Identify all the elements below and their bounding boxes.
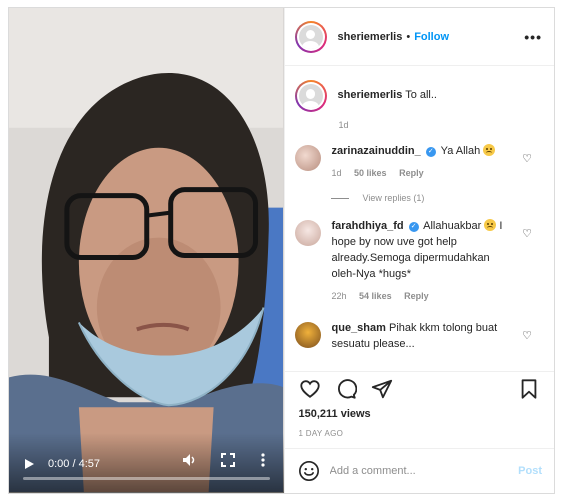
- commenter-avatar[interactable]: [294, 220, 321, 246]
- play-icon[interactable]: [25, 459, 34, 469]
- post-header: sheriemerlis • Follow •••: [284, 8, 554, 66]
- sad-face-emoji-icon: [484, 219, 497, 231]
- add-comment-bar: Post: [284, 448, 554, 493]
- comment-username[interactable]: farahdhiya_fd: [332, 220, 404, 232]
- video-progress-bar[interactable]: [23, 477, 270, 480]
- author-avatar[interactable]: [294, 20, 327, 53]
- reply-button[interactable]: Reply: [404, 291, 429, 301]
- post-comment-button[interactable]: Post: [518, 465, 542, 477]
- video-player[interactable]: 0:00 / 4:57: [9, 8, 284, 493]
- time-separator: /: [69, 458, 79, 470]
- author-username[interactable]: sheriemerlis: [338, 31, 403, 43]
- comment-age: 1d: [331, 168, 342, 178]
- video-controls: 0:00 / 4:57: [9, 433, 284, 493]
- comment-age: 22h: [331, 291, 347, 301]
- verified-badge-icon: ✓: [425, 147, 436, 157]
- comment-body: farahdhiya_fd ✓ Allahuakbar I hope by no…: [332, 218, 514, 304]
- comment-username[interactable]: zarinazainuddin_: [332, 145, 421, 157]
- volume-icon[interactable]: [182, 453, 196, 471]
- post-actions: [284, 371, 554, 403]
- comment-bubble-icon[interactable]: [335, 378, 359, 402]
- comment-item: que_sham Pihak kkm tolong buat sesuatu p…: [294, 320, 543, 352]
- comment-likes[interactable]: 54 likes: [359, 291, 392, 301]
- emoji-smile-icon[interactable]: [298, 460, 320, 482]
- reply-button[interactable]: Reply: [399, 168, 424, 178]
- view-replies-button[interactable]: View replies (1): [330, 193, 543, 203]
- more-options-button[interactable]: •••: [524, 29, 542, 45]
- post-sidebar: sheriemerlis • Follow ••• sheriemerlis T…: [283, 8, 555, 493]
- duration: 4:57: [78, 458, 101, 470]
- comment-body: zarinazainuddin_ ✓ Ya Allah 1d 50 likes …: [332, 143, 514, 181]
- fullscreen-icon[interactable]: [221, 453, 235, 471]
- post-dialog: 0:00 / 4:57 sheriemerlis • Follow ••• sh…: [8, 7, 555, 494]
- caption-avatar[interactable]: [294, 80, 327, 112]
- commenter-avatar[interactable]: [294, 145, 321, 171]
- current-time: 0:00: [48, 458, 70, 470]
- commenter-avatar[interactable]: [294, 322, 321, 348]
- share-paper-plane-icon[interactable]: [371, 378, 395, 402]
- caption-username[interactable]: sheriemerlis: [338, 89, 403, 101]
- follow-button[interactable]: Follow: [414, 31, 449, 43]
- like-comment-heart-icon[interactable]: ♡: [522, 329, 532, 342]
- comment-meta: 1d 50 likes Reply: [332, 165, 514, 181]
- post-caption: sheriemerlis To all..: [294, 80, 543, 112]
- separator-dot: •: [406, 30, 411, 43]
- comment-item: farahdhiya_fd ✓ Allahuakbar I hope by no…: [294, 218, 543, 304]
- comment-text: Ya Allah: [440, 145, 481, 157]
- view-replies-label: View replies (1): [362, 193, 425, 203]
- like-comment-heart-icon[interactable]: ♡: [522, 227, 532, 240]
- comment-username[interactable]: que_sham: [332, 322, 386, 334]
- comment-meta: 22h 54 likes Reply: [332, 288, 514, 304]
- caption-age: 1d: [338, 120, 349, 130]
- like-comment-heart-icon[interactable]: ♡: [522, 152, 532, 165]
- like-heart-icon[interactable]: [299, 378, 323, 402]
- caption-text: To all..: [405, 89, 437, 101]
- sad-face-emoji-icon: [483, 144, 496, 156]
- post-timestamp: 1 DAY AGO: [298, 429, 344, 438]
- video-options-icon[interactable]: [261, 453, 265, 471]
- verified-badge-icon: ✓: [408, 222, 419, 232]
- replies-line: [330, 197, 349, 199]
- comment-input[interactable]: [329, 465, 519, 477]
- video-time: 0:00 / 4:57: [48, 457, 100, 471]
- comment-likes[interactable]: 50 likes: [354, 168, 387, 178]
- save-bookmark-icon[interactable]: [518, 378, 542, 402]
- comment-item: zarinazainuddin_ ✓ Ya Allah 1d 50 likes …: [294, 143, 543, 181]
- caption-text-line: sheriemerlis To all..: [338, 89, 437, 101]
- views-count[interactable]: 150,211 views: [285, 403, 555, 420]
- comment-body: que_sham Pihak kkm tolong buat sesuatu p…: [332, 320, 514, 352]
- video-frame: [9, 8, 284, 493]
- comments-list[interactable]: sheriemerlis To all.. 1d zarinazainuddin…: [285, 66, 555, 371]
- comment-text-a: Allahuakbar: [423, 220, 482, 232]
